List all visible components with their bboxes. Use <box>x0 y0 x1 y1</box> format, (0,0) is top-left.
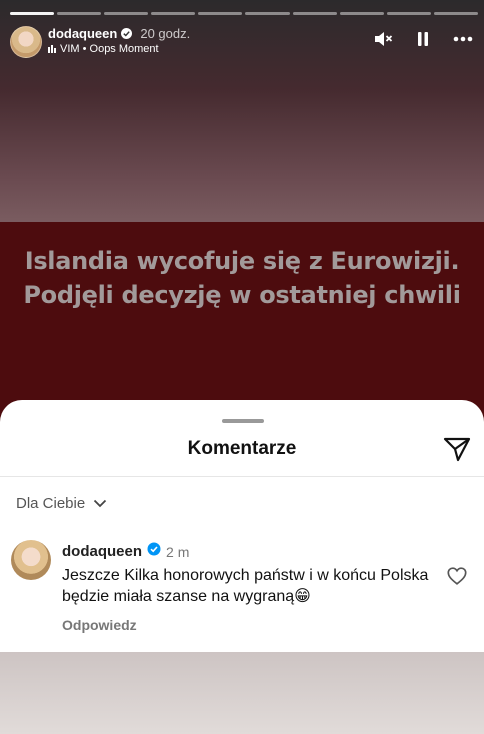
headline-line-2: Podjęli decyzję w ostatniej chwili <box>23 281 461 309</box>
chevron-down-icon <box>93 495 107 512</box>
comments-sheet: Komentarze Dla Ciebie dodaqueen 2 m Jesz… <box>0 400 484 652</box>
story-avatar[interactable] <box>10 26 42 58</box>
story-progress <box>10 12 478 15</box>
progress-segment <box>151 12 196 15</box>
verified-badge-icon <box>121 28 133 39</box>
sheet-title: Komentarze <box>187 438 297 459</box>
music-label: VIM • Oops Moment <box>60 43 159 55</box>
progress-segment <box>10 12 55 15</box>
story-background-bottom <box>0 652 484 734</box>
headline: Islandia wycofuje się z Eurowizji. Podję… <box>0 244 484 312</box>
music-bars-icon <box>48 45 56 53</box>
story-header: dodaqueen 20 godz. VIM • Oops Moment <box>10 24 474 58</box>
story-music[interactable]: VIM • Oops Moment <box>48 43 159 55</box>
heart-icon[interactable] <box>446 565 468 587</box>
comment-time: 2 m <box>166 543 190 560</box>
story-controls <box>372 28 474 50</box>
comment-text: Jeszcze Kilka honorowych państw i w końc… <box>62 567 429 605</box>
comment-username[interactable]: dodaqueen <box>62 543 142 560</box>
sheet-divider <box>0 476 484 477</box>
comment-filter[interactable]: Dla Ciebie <box>16 495 107 512</box>
pause-icon[interactable] <box>412 28 434 50</box>
comment-header: dodaqueen 2 m <box>62 542 189 561</box>
reply-button[interactable]: Odpowiedz <box>62 617 137 633</box>
verified-badge-icon <box>147 542 161 561</box>
progress-segment <box>57 12 102 15</box>
progress-segment <box>386 12 431 15</box>
share-icon[interactable] <box>442 434 472 464</box>
comment-avatar[interactable] <box>11 540 51 580</box>
progress-segment <box>292 12 337 15</box>
more-icon[interactable] <box>452 28 474 50</box>
progress-segment <box>104 12 149 15</box>
progress-segment <box>339 12 384 15</box>
progress-segment <box>245 12 290 15</box>
progress-segment <box>198 12 243 15</box>
filter-label: Dla Ciebie <box>16 495 86 512</box>
story-username[interactable]: dodaqueen <box>48 26 117 41</box>
story-user-row: dodaqueen 20 godz. <box>48 26 190 41</box>
story-time: 20 godz. <box>140 26 191 41</box>
progress-segment <box>433 12 478 15</box>
sheet-drag-handle[interactable] <box>222 419 264 423</box>
headline-line-1: Islandia wycofuje się z Eurowizji. <box>24 247 460 275</box>
mute-icon[interactable] <box>372 28 394 50</box>
